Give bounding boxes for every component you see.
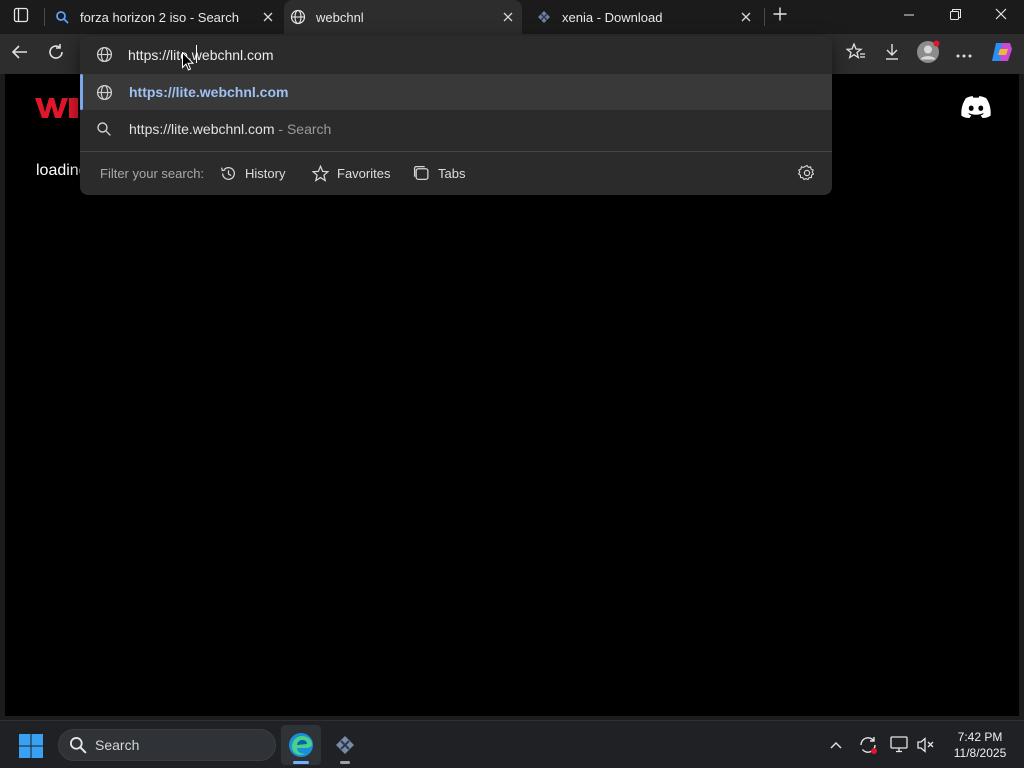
tab-actions-button[interactable] bbox=[6, 3, 36, 31]
suggestion-search[interactable]: https://lite.webchnl.com - Search bbox=[80, 111, 832, 147]
filter-chip-label: Favorites bbox=[337, 165, 391, 181]
globe-icon bbox=[96, 46, 113, 68]
clock-time: 7:42 PM bbox=[957, 730, 1003, 744]
profile-button[interactable] bbox=[914, 40, 942, 68]
discord-icon[interactable] bbox=[961, 96, 991, 120]
restore-icon bbox=[949, 7, 961, 25]
taskbar-clock[interactable]: 7:42 PM 11/8/2025 bbox=[944, 729, 1016, 761]
taskbar-xenia[interactable] bbox=[325, 725, 365, 765]
tab-divider bbox=[764, 8, 765, 26]
favorites-star-icon bbox=[845, 41, 866, 66]
back-button[interactable] bbox=[6, 40, 34, 68]
downloads-button[interactable] bbox=[878, 40, 906, 68]
copilot-icon bbox=[990, 41, 1014, 68]
search-icon bbox=[54, 9, 70, 25]
filter-history-button[interactable]: History bbox=[220, 162, 285, 184]
edge-icon bbox=[289, 733, 313, 757]
tabs-icon bbox=[413, 165, 429, 180]
tray-sync[interactable] bbox=[856, 733, 880, 757]
minimize-icon bbox=[904, 7, 914, 25]
copilot-button[interactable] bbox=[988, 40, 1016, 68]
more-icon bbox=[956, 45, 972, 63]
search-icon bbox=[96, 121, 112, 137]
suggestion-text: https://lite.webchnl.com - Search bbox=[129, 121, 331, 137]
close-icon[interactable] bbox=[498, 7, 518, 27]
tab-title: xenia - Download bbox=[562, 9, 663, 25]
tab-strip: forza horizon 2 iso - Search webchnl xen… bbox=[0, 0, 1024, 34]
filter-favorites-button[interactable]: Favorites bbox=[312, 162, 390, 184]
taskbar-search-label: Search bbox=[95, 737, 140, 753]
suggestion-query: https://lite.webchnl.com bbox=[129, 121, 275, 137]
close-icon[interactable] bbox=[258, 7, 278, 27]
download-icon bbox=[885, 43, 899, 66]
tab-actions-icon bbox=[13, 7, 29, 28]
sync-icon bbox=[860, 737, 877, 754]
tab-title: webchnl bbox=[316, 9, 364, 25]
address-input[interactable] bbox=[128, 45, 728, 65]
suggestion-suffix: - Search bbox=[274, 121, 332, 137]
globe-icon bbox=[96, 84, 113, 101]
filter-chip-label: Tabs bbox=[438, 165, 466, 181]
taskbar-edge[interactable] bbox=[281, 725, 321, 765]
mouse-cursor bbox=[182, 51, 195, 71]
plus-icon bbox=[773, 7, 787, 26]
tab-search[interactable]: forza horizon 2 iso - Search bbox=[48, 0, 282, 34]
filter-tabs-button[interactable]: Tabs bbox=[413, 162, 465, 184]
filter-label: Filter your search: bbox=[100, 166, 205, 181]
avatar bbox=[916, 40, 940, 69]
tab-title: forza horizon 2 iso - Search bbox=[80, 9, 239, 25]
filter-chip-label: History bbox=[245, 165, 286, 181]
history-icon bbox=[220, 166, 235, 180]
new-tab-button[interactable] bbox=[768, 4, 792, 28]
windows-icon bbox=[19, 734, 43, 758]
suggestion-text: https://lite.webchnl.com bbox=[129, 84, 289, 100]
close-icon bbox=[995, 7, 1007, 25]
tray-network[interactable] bbox=[888, 733, 912, 757]
suggestion-url[interactable]: https://lite.webchnl.com bbox=[80, 74, 832, 110]
favorites-button[interactable] bbox=[842, 40, 870, 68]
active-app-indicator bbox=[293, 761, 309, 764]
window-frame bbox=[1019, 74, 1024, 718]
refresh-icon bbox=[47, 43, 65, 66]
filter-row: Filter your search: History Favorites Ta… bbox=[80, 152, 832, 194]
chevron-up-icon bbox=[830, 742, 842, 749]
webchnl-logo bbox=[35, 94, 79, 122]
tab-xenia[interactable]: xenia - Download bbox=[526, 0, 760, 34]
start-button[interactable] bbox=[18, 733, 44, 759]
xenia-icon bbox=[536, 9, 552, 25]
search-settings-button[interactable] bbox=[798, 164, 818, 184]
volume-muted-icon bbox=[917, 737, 934, 753]
close-icon[interactable] bbox=[736, 7, 756, 27]
running-app-indicator bbox=[340, 761, 350, 764]
back-arrow-icon bbox=[11, 44, 29, 65]
close-window-button[interactable] bbox=[978, 0, 1024, 32]
network-icon bbox=[890, 736, 908, 753]
restore-button[interactable] bbox=[932, 0, 978, 32]
show-hidden-icons-button[interactable] bbox=[824, 733, 848, 757]
tab-webchnl[interactable]: webchnl bbox=[284, 0, 522, 34]
taskbar: Search 7:42 PM 11/8/2025 bbox=[0, 720, 1024, 768]
clock-date: 11/8/2025 bbox=[953, 746, 1007, 760]
xenia-icon bbox=[336, 736, 354, 754]
settings-more-button[interactable] bbox=[950, 40, 978, 68]
tab-divider bbox=[44, 8, 45, 26]
text-caret bbox=[196, 45, 197, 63]
search-icon bbox=[70, 737, 87, 754]
minimize-button[interactable] bbox=[886, 0, 932, 32]
screen: forza horizon 2 iso - Search webchnl xen… bbox=[0, 0, 1024, 768]
gear-icon bbox=[798, 164, 815, 181]
globe-icon bbox=[290, 9, 306, 25]
taskbar-search[interactable]: Search bbox=[58, 729, 276, 761]
tray-volume[interactable] bbox=[914, 733, 938, 757]
refresh-button[interactable] bbox=[42, 40, 70, 68]
star-icon bbox=[312, 164, 329, 182]
